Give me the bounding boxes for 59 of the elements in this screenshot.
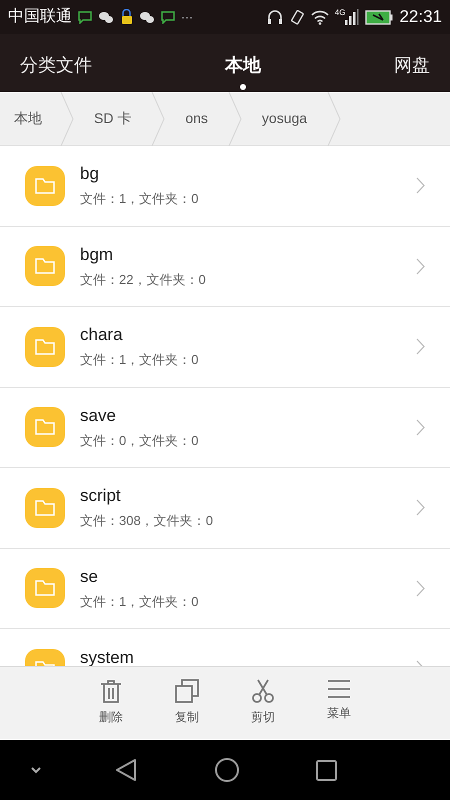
folder-info: 文件：1，文件夹：0 [80, 592, 200, 610]
breadcrumb-item[interactable]: yosuga [242, 108, 328, 129]
chevron-right-icon [416, 580, 425, 597]
recents-icon[interactable] [316, 760, 337, 780]
toolbar-button[interactable]: 剪切 [238, 679, 288, 731]
toolbar-button[interactable]: 复制 [162, 679, 212, 731]
folder-icon [25, 488, 65, 528]
folder-icon [25, 246, 65, 286]
chat-icon [139, 10, 155, 24]
clock-time: 22:31 [399, 6, 442, 28]
toolbar-button[interactable]: 菜单 [314, 679, 364, 731]
breadcrumb-item[interactable]: ons [165, 108, 228, 129]
folder-name: bg [80, 163, 100, 185]
folder-icon [25, 166, 65, 206]
tab[interactable]: 网盘 [394, 48, 430, 92]
carrier-name: 中国联通 [8, 6, 72, 27]
lock-icon [120, 9, 133, 25]
folder-row[interactable]: save 文件：0，文件夹：0 [0, 388, 450, 468]
back-icon[interactable] [115, 758, 137, 782]
folder-row[interactable]: se 文件：1，文件夹：0 [0, 548, 450, 629]
folder-icon [25, 568, 65, 608]
folder-name: save [80, 404, 117, 426]
chevron-down-icon[interactable] [30, 766, 42, 774]
folder-info: 文件：308，文件夹：0 [80, 512, 214, 530]
folder-row[interactable]: bgm 文件：22，文件夹：0 [0, 226, 450, 307]
folder-name: script [80, 485, 122, 507]
folder-icon [25, 407, 65, 448]
scissors-icon [252, 679, 274, 703]
folder-info: 文件：1，文件夹：0 [80, 351, 200, 369]
signal-icon [345, 9, 360, 25]
folder-name: chara [80, 324, 124, 346]
chevron-right-icon [416, 177, 425, 194]
chevron-right-icon [416, 418, 425, 436]
trash-icon [100, 679, 122, 703]
folder-icon [25, 326, 65, 367]
network-type: 4G [334, 9, 346, 17]
folder-info: 文件：22，文件夹：0 [80, 270, 207, 288]
breadcrumb-item[interactable]: SD 卡 [74, 108, 152, 129]
chevron-right-icon [416, 338, 425, 356]
menu-icon [327, 679, 351, 699]
folder-info: 文件：1，文件夹：0 [80, 190, 200, 208]
headphones-icon [266, 9, 283, 25]
folder-info: 文件：0，文件夹：0 [80, 432, 200, 450]
chevron-right-icon [416, 499, 425, 516]
chat-icon [98, 10, 114, 24]
toolbar-button[interactable]: 删除 [86, 679, 136, 731]
chevron-right-icon [416, 258, 425, 275]
tab[interactable]: 分类文件 [20, 48, 92, 92]
battery-icon [365, 10, 394, 24]
breadcrumb-item[interactable]: 本地 [0, 108, 60, 129]
folder-name: bgm [80, 244, 114, 266]
wifi-icon [310, 10, 329, 24]
message-icon [161, 10, 175, 24]
home-icon[interactable] [215, 758, 239, 782]
message-icon [78, 10, 92, 24]
vibrate-icon [288, 9, 305, 25]
more-notifications: ··· [181, 9, 193, 26]
copy-icon [175, 679, 199, 703]
folder-name: se [80, 566, 99, 588]
